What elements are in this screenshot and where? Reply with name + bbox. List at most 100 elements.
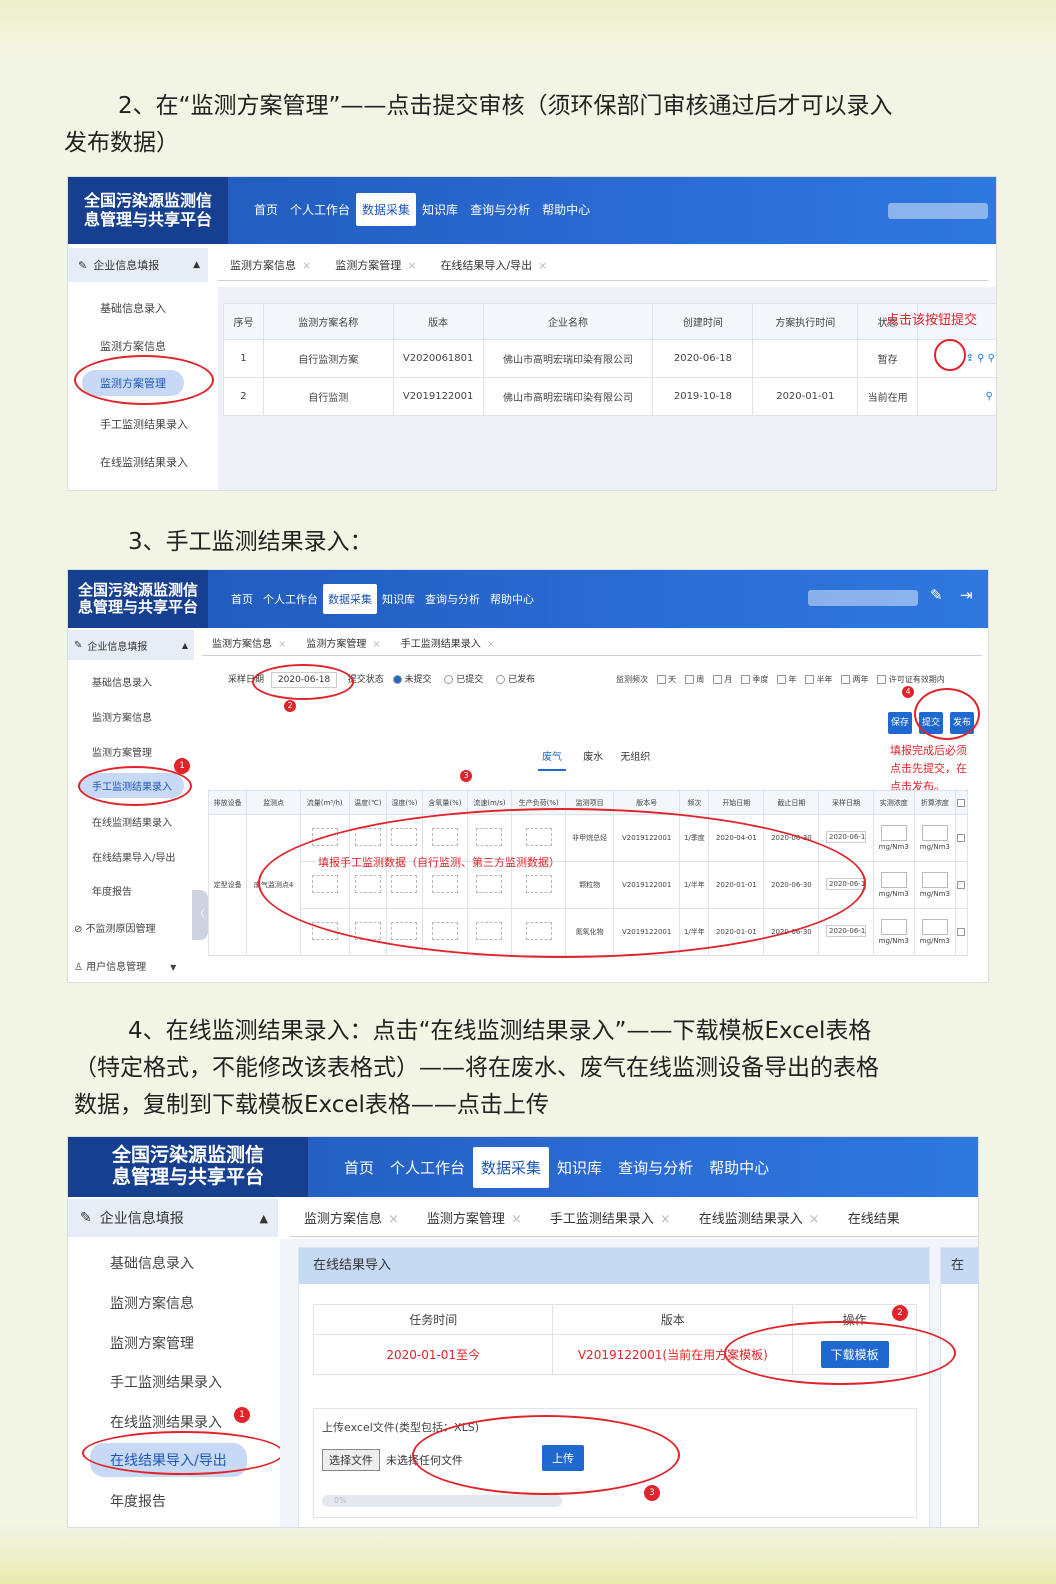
nav-data-collection[interactable]: 数据采集 [323,584,377,614]
submit-upload-icon[interactable]: ⇪ [966,353,974,364]
flow-input[interactable] [311,828,338,846]
sidebar-item-basic-info[interactable]: 基础信息录入 [92,674,152,689]
tab-online-import-export[interactable]: 在线结果导入/导出 × [428,257,559,273]
radio-submitted[interactable] [444,675,454,684]
upload-button[interactable]: 上传 [542,1445,584,1471]
sample-date-cell-input[interactable]: 2020-06-18 [826,878,867,890]
close-icon[interactable]: × [278,639,286,650]
sidebar-item-plan-management[interactable]: 监测方案管理 [92,744,152,759]
close-icon[interactable]: × [388,1212,399,1227]
close-icon[interactable]: × [511,1212,522,1227]
nav-knowledge[interactable]: 知识库 [377,584,420,614]
humidity-input[interactable] [391,922,418,940]
close-icon[interactable]: × [407,259,416,272]
nav-query[interactable]: 查询与分析 [420,584,485,614]
checkbox-week[interactable] [684,675,694,684]
sidebar-head[interactable]: ✎ 企业信息填报 ▲ [68,630,194,660]
tab-manual-results[interactable]: 手工监测结果录入 × [391,635,505,650]
nav-query[interactable]: 查询与分析 [610,1147,701,1188]
logout-icon[interactable]: ⇥ [960,586,973,604]
nav-query[interactable]: 查询与分析 [464,193,536,226]
sample-date-cell-input[interactable]: 2020-06-18 [826,925,867,937]
checkbox-license-period[interactable] [877,675,887,684]
row-checkbox[interactable] [957,928,966,936]
nav-data-collection[interactable]: 数据采集 [473,1146,550,1188]
nav-help[interactable]: 帮助中心 [536,193,596,226]
checkbox-two-years[interactable] [841,675,851,684]
sidebar-item-plan-info[interactable]: 监测方案信息 [110,1293,194,1313]
sidebar-item-annual-report[interactable]: 年度报告 [92,883,132,898]
publish-button[interactable]: 发布 [950,712,974,734]
close-icon[interactable]: × [302,259,311,272]
humidity-input[interactable] [391,828,418,846]
tab-plan-info[interactable]: 监测方案信息 × [218,257,323,273]
tab-plan-management[interactable]: 监测方案管理 × [296,635,390,650]
sidebar-item-plan-management[interactable]: 监测方案管理 [110,1333,194,1353]
measured-input[interactable] [880,919,907,935]
download-template-button[interactable]: 下载模板 [820,1341,889,1368]
sidebar-item-plan-info[interactable]: 监测方案信息 [92,709,152,724]
radio-published[interactable] [496,675,506,684]
zoom-icon[interactable]: ⚲ [988,353,995,364]
nav-home[interactable]: 首页 [248,193,284,226]
sidebar-item-online-results[interactable]: 在线监测结果录入 [92,814,172,829]
sidebar-item-online-results[interactable]: 在线监测结果录入 [110,1412,222,1432]
checkbox-quarter[interactable] [740,675,750,684]
row-checkbox[interactable] [957,834,966,842]
temperature-input[interactable] [354,875,381,893]
sidebar-item-manual-results[interactable]: 手工监测结果录入 [100,416,188,432]
tab-plan-info[interactable]: 监测方案信息 × [290,1208,413,1227]
edit-icon[interactable]: ✎ [930,586,943,604]
sidebar-item-basic-info[interactable]: 基础信息录入 [110,1253,194,1273]
sidebar-head[interactable]: ✎ 企业信息填报 ▲ [68,248,208,282]
checkbox-year[interactable] [776,675,786,684]
close-icon[interactable]: × [809,1212,820,1227]
nav-workbench[interactable]: 个人工作台 [284,193,356,226]
choose-file-button[interactable]: 选择文件 [322,1449,380,1471]
tab-online-results-import[interactable]: 在线结果 [834,1208,914,1227]
subtab-waste-gas[interactable]: 废气 [538,752,566,771]
oxygen-input[interactable] [431,922,458,940]
nav-workbench[interactable]: 个人工作台 [382,1147,473,1188]
sample-date-cell-input[interactable]: 2020-06-18 [826,831,867,843]
collapse-handle[interactable]: 〈 [192,890,208,940]
sidebar-item-no-monitoring-reason[interactable]: ⊘ 不监测原因管理 [74,920,156,935]
measured-input[interactable] [880,872,907,888]
load-input[interactable] [525,875,552,893]
flow-input[interactable] [311,875,338,893]
nav-help[interactable]: 帮助中心 [485,584,539,614]
search-icon[interactable]: ⚲ [986,391,993,402]
oxygen-input[interactable] [431,828,458,846]
save-button[interactable]: 保存 [888,712,912,734]
nav-workbench[interactable]: 个人工作台 [258,584,323,614]
load-input[interactable] [525,922,552,940]
converted-input[interactable] [921,825,948,841]
close-icon[interactable]: × [487,639,495,650]
sidebar-head[interactable]: ✎ 企业信息填报 ▲ [68,1199,278,1237]
velocity-input[interactable] [476,828,503,846]
tab-plan-management[interactable]: 监测方案管理 × [413,1208,536,1227]
checkbox-month[interactable] [712,675,722,684]
sidebar-item-annual-report[interactable]: 年度报告 [110,1491,166,1511]
nav-home[interactable]: 首页 [226,584,258,614]
checkbox-day[interactable] [656,675,666,684]
tab-plan-management[interactable]: 监测方案管理 × [323,257,428,273]
sample-date-input[interactable]: 2020-06-18 [270,672,337,688]
nav-knowledge[interactable]: 知识库 [416,193,464,226]
velocity-input[interactable] [476,922,503,940]
sidebar-item-manual-results[interactable]: 手工监测结果录入 [80,773,184,798]
sidebar-item-user-info[interactable]: ♙ 用户信息管理 ▼ [74,958,176,973]
oxygen-input[interactable] [431,875,458,893]
converted-input[interactable] [921,872,948,888]
converted-input[interactable] [921,919,948,935]
measured-input[interactable] [880,825,907,841]
velocity-input[interactable] [476,875,503,893]
checkbox-half-year[interactable] [805,675,815,684]
close-icon[interactable]: × [660,1212,671,1227]
sidebar-item-online-import-export[interactable]: 在线结果导入/导出 [90,1443,247,1477]
subtab-unorganized[interactable]: 无组织 [620,752,650,763]
close-icon[interactable]: × [538,259,547,272]
tab-plan-info[interactable]: 监测方案信息 × [202,635,296,650]
sidebar-item-manual-results[interactable]: 手工监测结果录入 [110,1372,222,1392]
sidebar-item-basic-info[interactable]: 基础信息录入 [100,300,166,316]
